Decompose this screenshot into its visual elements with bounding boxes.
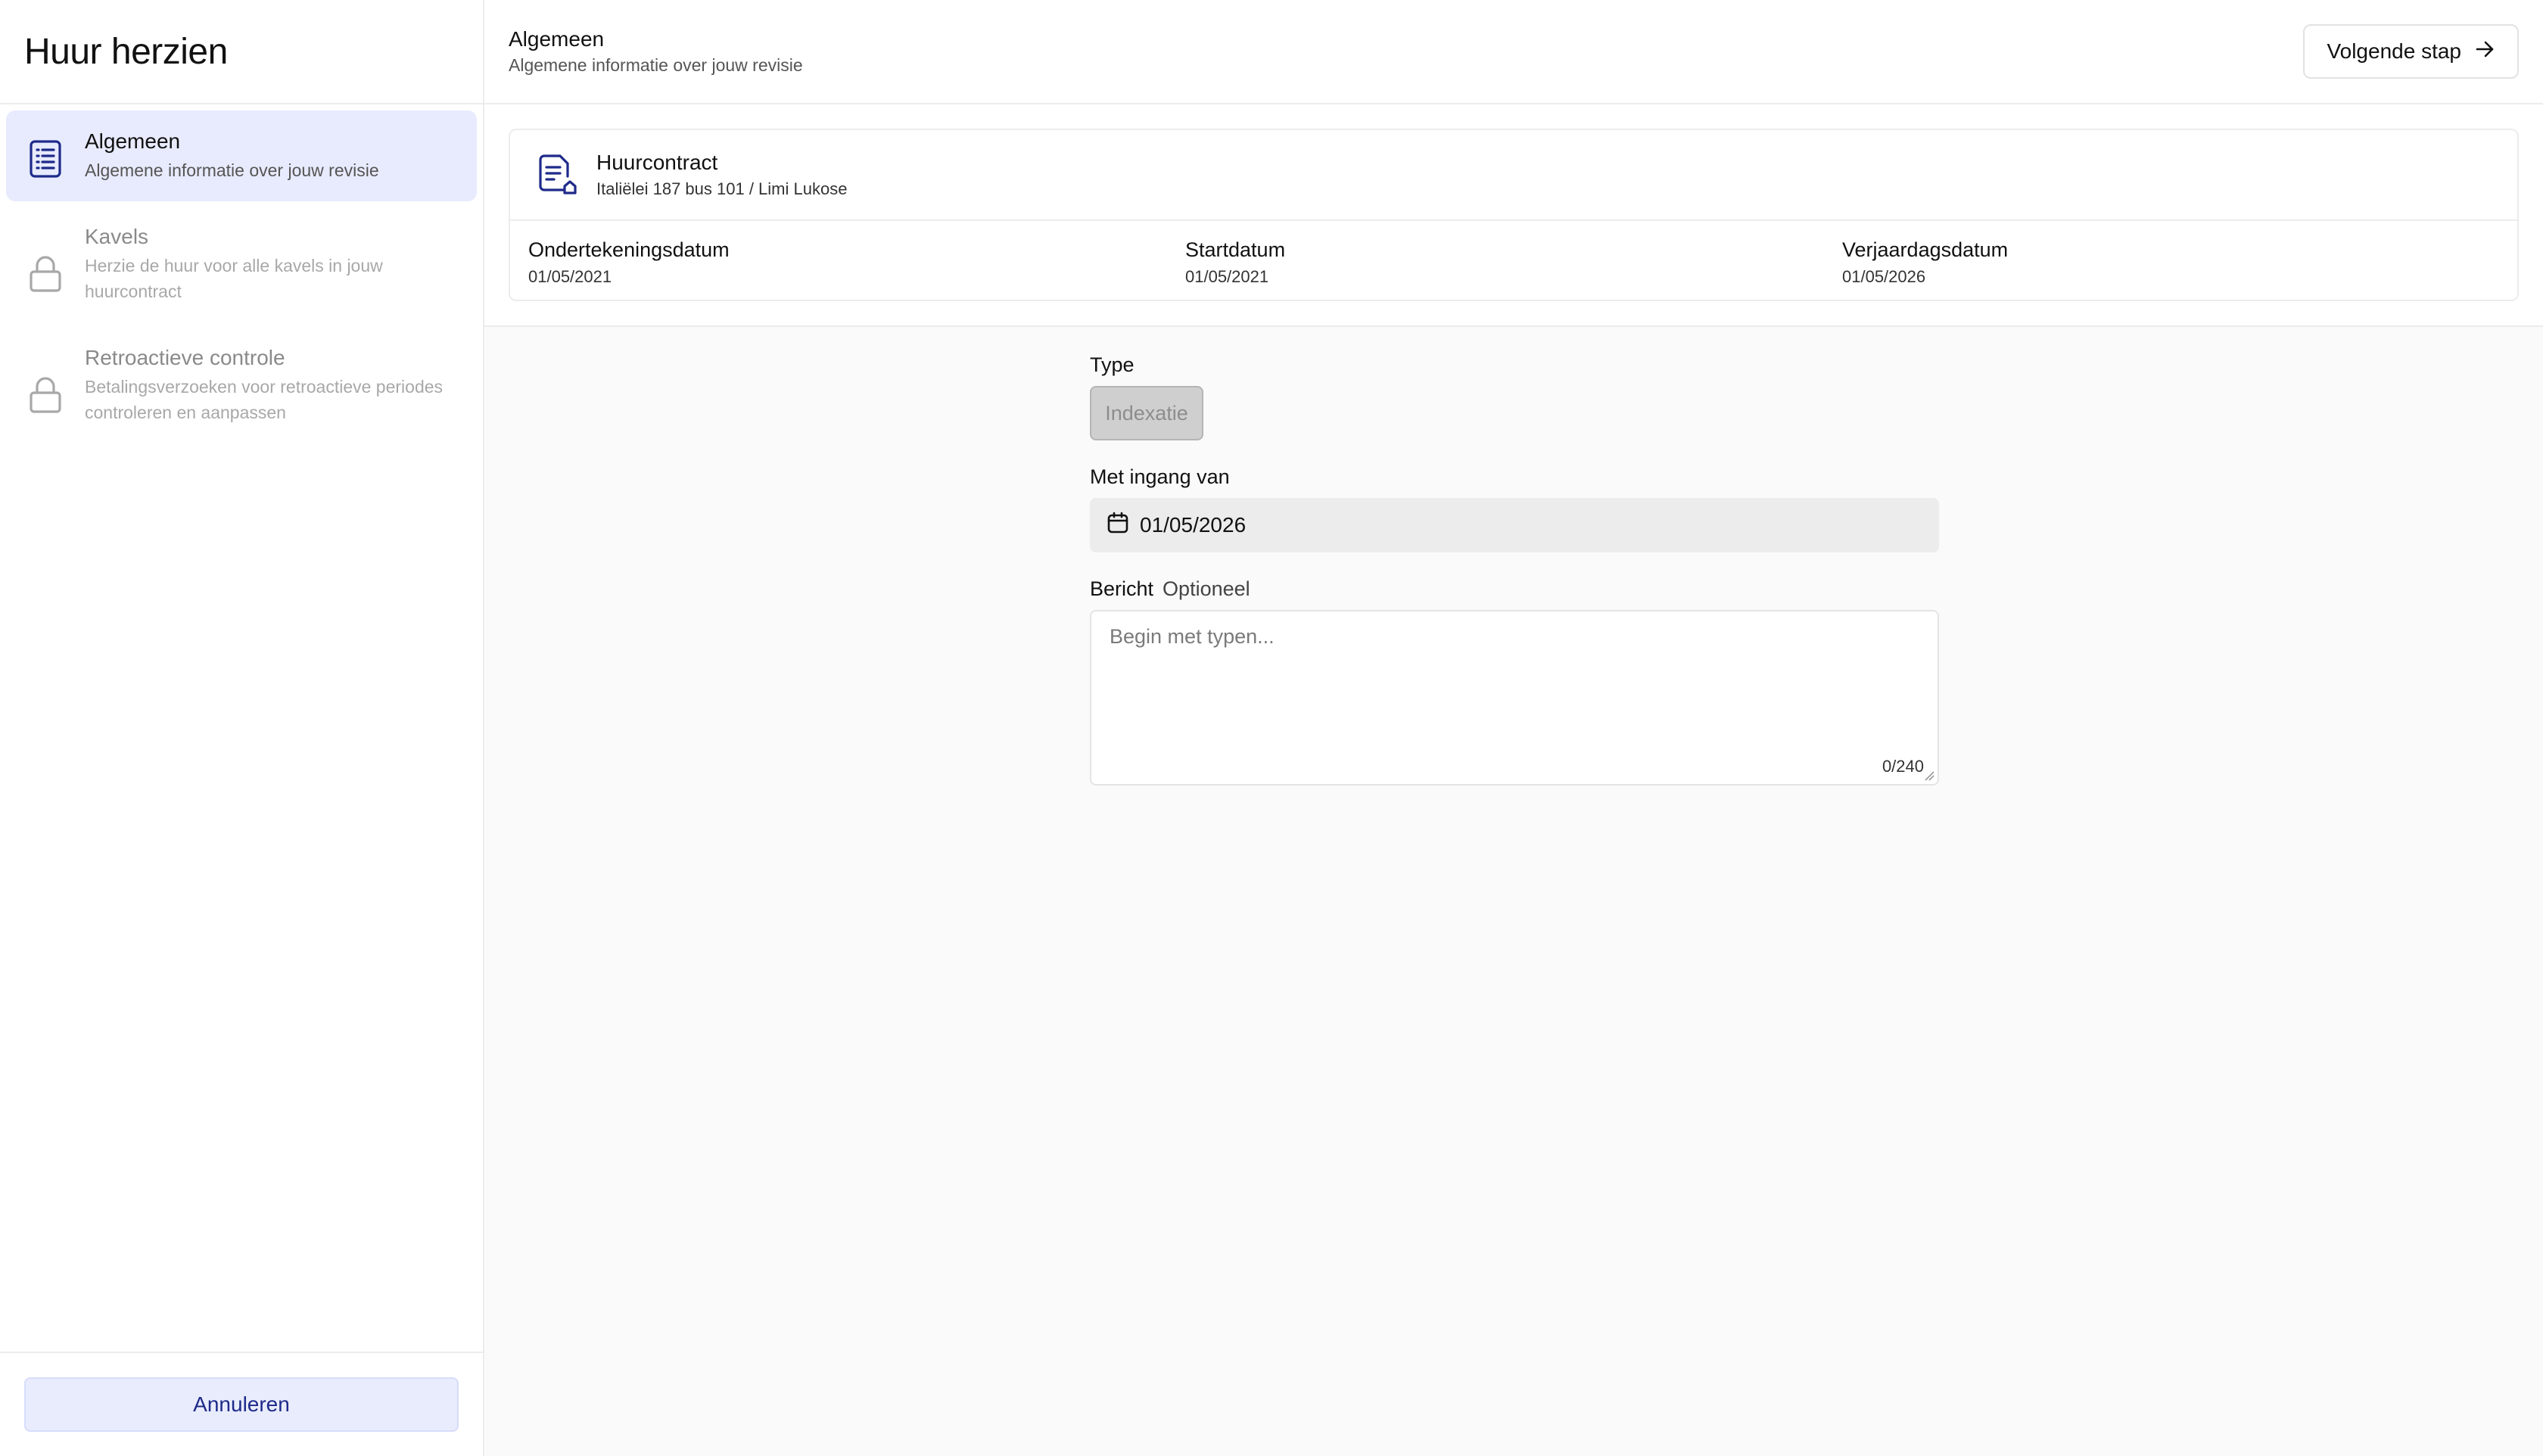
section-heading: Algemeen Algemene informatie over jouw r… xyxy=(509,26,803,77)
date-value: 01/05/2026 xyxy=(1842,267,1926,286)
sidebar-header: Huur herzien xyxy=(0,0,483,104)
next-step-label: Volgende stap xyxy=(2327,39,2462,63)
contract-card: Huurcontract Italiëlei 187 bus 101 / Lim… xyxy=(509,129,2519,301)
message-field: 0/240 xyxy=(1090,610,1939,786)
revision-form: Type Indexatie Met ingang van 01/05/2026 xyxy=(1090,351,1939,786)
start-date: Startdatum 01/05/2021 xyxy=(1185,236,1842,300)
message-textarea[interactable] xyxy=(1110,625,1919,746)
step-item-retroactieve-controle[interactable]: Retroactieve controle Betalingsverzoeken… xyxy=(6,327,477,443)
message-label-text: Bericht xyxy=(1090,577,1154,600)
contract-address: Italiëlei 187 bus 101 / Limi Lukose xyxy=(596,179,848,198)
step-text: Algemeen Algemene informatie over jouw r… xyxy=(85,127,379,183)
step-description: Betalingsverzoeken voor retroactieve per… xyxy=(85,377,444,422)
cancel-button[interactable]: Annuleren xyxy=(24,1377,459,1432)
date-value: 01/05/2021 xyxy=(528,267,612,286)
step-text: Retroactieve controle Betalingsverzoeken… xyxy=(85,344,478,425)
type-label: Type xyxy=(1090,351,1939,378)
sidebar: Huur herzien Algemeen Algemene informati… xyxy=(0,0,484,1456)
type-chip[interactable]: Indexatie xyxy=(1090,386,1203,440)
contract-header: Huurcontract Italiëlei 187 bus 101 / Lim… xyxy=(510,130,2517,221)
effective-date-label: Met ingang van xyxy=(1090,463,1939,490)
anniversary-date: Verjaardagsdatum 01/05/2026 xyxy=(1842,236,2499,300)
effective-date-value: 01/05/2026 xyxy=(1140,513,1247,537)
step-title: Kavels xyxy=(85,225,149,248)
section-subtitle: Algemene informatie over jouw revisie xyxy=(509,55,803,75)
effective-date-input[interactable]: 01/05/2026 xyxy=(1090,498,1939,552)
step-item-algemeen[interactable]: Algemeen Algemene informatie over jouw r… xyxy=(6,110,477,201)
message-label: Bericht Optioneel xyxy=(1090,575,1939,602)
step-description: Herzie de huur voor alle kavels in jouw … xyxy=(85,256,383,301)
date-label: Ondertekeningsdatum xyxy=(528,238,730,261)
type-label-text: Type xyxy=(1090,353,1135,376)
effective-date-label-text: Met ingang van xyxy=(1090,465,1230,488)
step-item-kavels[interactable]: Kavels Herzie de huur voor alle kavels i… xyxy=(6,206,477,322)
contract-section: Huurcontract Italiëlei 187 bus 101 / Lim… xyxy=(484,104,2543,327)
character-counter: 0/240 xyxy=(1882,757,1924,776)
step-title: Retroactieve controle xyxy=(85,346,285,369)
step-list: Algemeen Algemene informatie over jouw r… xyxy=(0,104,483,448)
lock-icon xyxy=(24,253,67,295)
contract-title: Huurcontract xyxy=(596,151,718,174)
page-title: Huur herzien xyxy=(24,31,228,72)
main-content: Algemeen Algemene informatie over jouw r… xyxy=(484,0,2543,1456)
step-title: Algemeen xyxy=(85,129,181,153)
date-label: Verjaardagsdatum xyxy=(1842,238,2009,261)
section-title: Algemeen xyxy=(509,27,605,51)
arrow-right-icon xyxy=(2475,39,2495,64)
date-value: 01/05/2021 xyxy=(1185,267,1269,286)
list-document-icon xyxy=(24,138,67,180)
date-label: Startdatum xyxy=(1185,238,1286,261)
contract-info: Huurcontract Italiëlei 187 bus 101 / Lim… xyxy=(596,148,847,201)
contract-document-icon xyxy=(537,154,577,196)
next-step-button[interactable]: Volgende stap xyxy=(2302,24,2519,79)
step-description: Algemene informatie over jouw revisie xyxy=(85,160,379,180)
top-bar: Algemeen Algemene informatie over jouw r… xyxy=(484,0,2543,104)
calendar-icon xyxy=(1107,512,1129,540)
resize-handle-icon[interactable] xyxy=(1924,770,1934,781)
step-text: Kavels Herzie de huur voor alle kavels i… xyxy=(85,222,433,304)
signing-date: Ondertekeningsdatum 01/05/2021 xyxy=(528,236,1185,300)
sidebar-footer: Annuleren xyxy=(0,1352,483,1456)
lock-icon xyxy=(24,374,67,416)
contract-dates: Ondertekeningsdatum 01/05/2021 Startdatu… xyxy=(510,221,2517,300)
optional-tag: Optioneel xyxy=(1163,577,1250,600)
app-root: Huur herzien Algemeen Algemene informati… xyxy=(0,0,2543,1456)
